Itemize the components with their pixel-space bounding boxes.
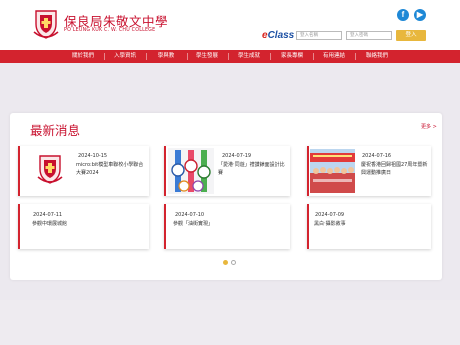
- news-title: 「愛港‧同遊」禮讚錶面設計比賽: [218, 162, 285, 176]
- carousel-dot[interactable]: [231, 260, 236, 265]
- school-crest-logo[interactable]: [33, 8, 59, 40]
- eclass-logo-text: Class: [267, 30, 295, 41]
- news-date: 2024-07-19: [222, 153, 252, 159]
- news-card[interactable]: 2024-07-11 參觀中環展城館: [18, 204, 149, 249]
- login-button[interactable]: 登入: [396, 30, 426, 41]
- card-accent-bar: [164, 204, 166, 249]
- news-title: 慶祝香港回歸祖國27周年暨新興運動推廣日: [361, 162, 428, 176]
- nav-separator: [270, 53, 271, 60]
- login-password-input[interactable]: 登入密碼: [346, 31, 392, 40]
- nav-separator: [187, 53, 188, 60]
- login-id-input[interactable]: 登入名稱: [296, 31, 342, 40]
- news-title: 參觀「油街實現」: [173, 221, 214, 227]
- news-thumbnail-watches: [168, 148, 214, 194]
- news-card[interactable]: 2024-07-09 黑白‧攝影敘事: [307, 204, 431, 249]
- nav-item-student-achievements[interactable]: 學生成就: [238, 50, 260, 63]
- news-card[interactable]: 2024-07-16 慶祝香港回歸祖國27周年暨新興運動推廣日: [307, 146, 431, 196]
- news-date: 2024-07-10: [175, 212, 205, 218]
- nav-item-admission[interactable]: 入學資訊: [114, 50, 136, 63]
- page-footer-area: [0, 300, 460, 345]
- nav-item-about[interactable]: 關於我們: [72, 50, 94, 63]
- school-name-english: PO LEUNG KUK C. W. CHU COLLEGE: [64, 28, 156, 33]
- news-date: 2024-10-15: [78, 153, 108, 159]
- main-nav: 關於我們 入學資訊 學與教 學生發展 學生成就 家長專欄 有用連結 聯絡我們: [0, 50, 460, 63]
- nav-item-learning-teaching[interactable]: 學與教: [158, 50, 175, 63]
- card-accent-bar: [307, 204, 309, 249]
- nav-separator: [146, 53, 147, 60]
- news-date: 2024-07-09: [315, 212, 345, 218]
- news-thumbnail-crest: [37, 155, 63, 184]
- nav-item-useful-links[interactable]: 有用連結: [323, 50, 345, 63]
- nav-separator: [104, 53, 105, 60]
- nav-item-student-development[interactable]: 學生發展: [196, 50, 218, 63]
- news-card[interactable]: 2024-10-15 micro:bit模型車聯校小學聯合大賽2024: [18, 146, 149, 196]
- news-title: micro:bit模型車聯校小學聯合大賽2024: [76, 162, 144, 176]
- card-accent-bar: [307, 146, 309, 196]
- facebook-icon[interactable]: f: [397, 9, 409, 21]
- news-thumbnail-event-photo: [310, 149, 355, 193]
- more-news-link[interactable]: 更多 >: [421, 123, 437, 130]
- youtube-icon[interactable]: ▶: [414, 9, 426, 21]
- nav-separator: [313, 53, 314, 60]
- nav-item-parents[interactable]: 家長專欄: [281, 50, 303, 63]
- site-header: 保良局朱敬文中學 PO LEUNG KUK C. W. CHU COLLEGE …: [0, 0, 460, 50]
- news-card[interactable]: 2024-07-10 參觀「油街實現」: [164, 204, 290, 249]
- news-title: 參觀中環展城館: [32, 221, 68, 227]
- carousel-dot-active[interactable]: [223, 260, 228, 265]
- nav-item-contact[interactable]: 聯絡我們: [366, 50, 388, 63]
- nav-separator: [228, 53, 229, 60]
- news-title: 黑白‧攝影敘事: [314, 221, 346, 227]
- news-date: 2024-07-16: [362, 153, 392, 159]
- card-accent-bar: [18, 204, 20, 249]
- card-accent-bar: [164, 146, 166, 196]
- nav-separator: [355, 53, 356, 60]
- eclass-logo[interactable]: eClass: [262, 30, 294, 41]
- news-card[interactable]: 2024-07-19 「愛港‧同遊」禮讚錶面設計比賽: [164, 146, 290, 196]
- card-accent-bar: [18, 146, 20, 196]
- latest-news-title: 最新消息: [30, 123, 81, 138]
- news-date: 2024-07-11: [33, 212, 63, 218]
